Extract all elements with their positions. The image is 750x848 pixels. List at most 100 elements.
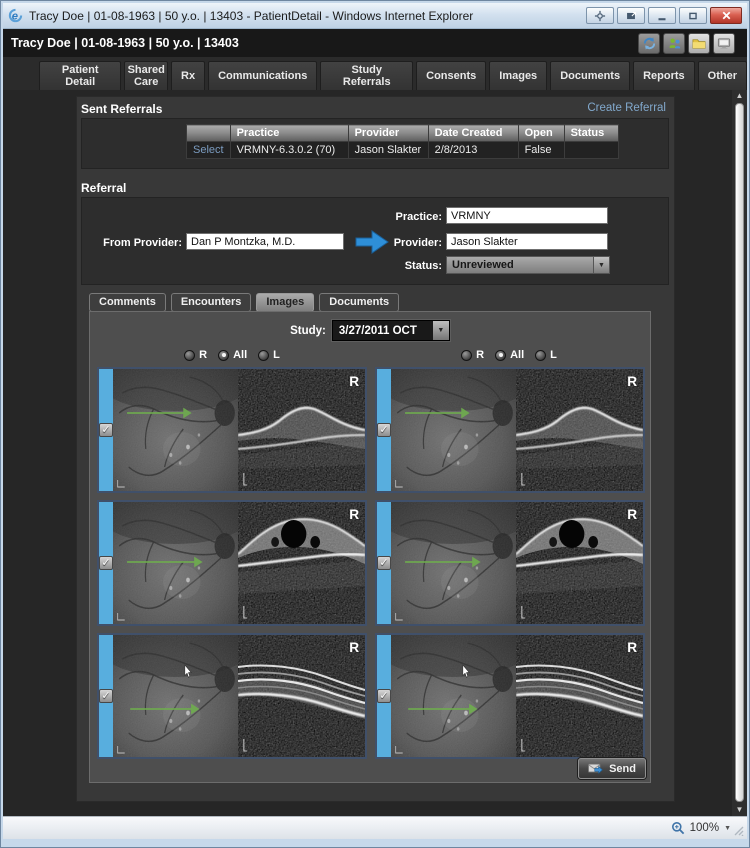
fundus-image — [113, 502, 238, 624]
title-bar: e Tracy Doe | 01-08-1963 | 50 y.o. | 134… — [3, 3, 747, 29]
table-row: Select VRMNY-6.3.0.2 (70) Jason Slakter … — [187, 142, 619, 159]
image-checkbox[interactable]: ✓ — [99, 556, 113, 570]
image-select-strip: ✓ — [99, 502, 113, 624]
care-team-button[interactable] — [663, 33, 685, 54]
tab-consents[interactable]: Consents — [416, 61, 486, 90]
image-cell[interactable]: ✓ R — [97, 367, 367, 493]
sent-referrals-table: Practice Provider Date Created Open Stat… — [186, 124, 619, 159]
vertical-scrollbar[interactable]: ▲ ▼ — [732, 90, 747, 816]
status-dropdown[interactable]: Unreviewed ▼ — [446, 256, 610, 274]
close-button[interactable] — [710, 7, 742, 24]
tab-patient-detail[interactable]: Patient Detail — [39, 61, 121, 90]
referral-form-panel: From Provider: Practice: Provider: Statu… — [81, 197, 669, 285]
image-select-strip: ✓ — [99, 635, 113, 757]
status-value: Unreviewed — [447, 257, 593, 273]
image-cell[interactable]: ✓ R — [97, 500, 367, 626]
main-nav-tabs: Patient Detail Shared Care Rx Communicat… — [3, 57, 747, 90]
svg-text:e: e — [12, 11, 18, 23]
oct-scan-image: R — [238, 635, 365, 757]
resize-grip[interactable] — [734, 826, 744, 836]
images-panel: Study: 3/27/2011 OCT ▼ R All L R All L — [89, 311, 651, 783]
image-cell[interactable]: ✓ R — [375, 500, 645, 626]
radio-l[interactable]: L — [535, 349, 557, 361]
monitor-icon — [716, 36, 732, 51]
scroll-down-icon[interactable]: ▼ — [732, 804, 747, 816]
eye-label: R — [627, 373, 637, 389]
image-cell[interactable]: ✓ R — [97, 633, 367, 759]
radio-all[interactable]: All — [495, 349, 524, 361]
tab-other[interactable]: Other — [698, 61, 747, 90]
compatibility-button[interactable] — [586, 7, 614, 24]
image-checkbox[interactable]: ✓ — [377, 423, 391, 437]
oct-scan-image: R — [238, 369, 365, 491]
image-checkbox[interactable]: ✓ — [377, 689, 391, 703]
oct-scan-image: R — [516, 635, 643, 757]
col-practice: Practice — [230, 125, 348, 142]
sync-button[interactable] — [638, 33, 660, 54]
eye-label: R — [349, 639, 359, 655]
oct-scan-image: R — [516, 369, 643, 491]
col-select — [187, 125, 231, 142]
scroll-up-icon[interactable]: ▲ — [732, 90, 747, 102]
send-button[interactable]: Send — [578, 758, 646, 779]
tab-documents[interactable]: Documents — [550, 61, 630, 90]
ie-icon: e — [8, 8, 23, 23]
tab-reports[interactable]: Reports — [633, 61, 695, 90]
oct-scan-image: R — [238, 502, 365, 624]
zoom-level: 100% — [690, 822, 719, 834]
subtab-comments[interactable]: Comments — [89, 293, 166, 312]
practice-input[interactable] — [446, 207, 608, 224]
scrollbar-thumb[interactable] — [735, 103, 744, 802]
referral-main-panel: Sent Referrals Create Referral Practice … — [76, 96, 675, 802]
eye-filter-left: R All L — [97, 349, 367, 361]
create-referral-link[interactable]: Create Referral — [587, 102, 666, 114]
sync-icon — [642, 36, 657, 51]
study-dropdown[interactable]: 3/27/2011 OCT ▼ — [332, 320, 450, 341]
sent-referrals-title: Sent Referrals — [81, 102, 162, 116]
table-header-row: Practice Provider Date Created Open Stat… — [187, 125, 619, 142]
tab-rx[interactable]: Rx — [171, 61, 205, 90]
practice-label: Practice: — [332, 211, 442, 223]
tab-shared-care[interactable]: Shared Care — [124, 61, 168, 90]
chevron-down-icon: ▼ — [598, 262, 605, 269]
display-button[interactable] — [713, 33, 735, 54]
patient-header-bar: Tracy Doe | 01-08-1963 | 50 y.o. | 13403 — [3, 29, 747, 57]
tab-images[interactable]: Images — [489, 61, 547, 90]
image-checkbox[interactable]: ✓ — [377, 556, 391, 570]
status-bar: 100% ▼ — [3, 816, 747, 839]
documents-folder-button[interactable] — [688, 33, 710, 54]
radio-r[interactable]: R — [461, 349, 484, 361]
browser-window: e Tracy Doe | 01-08-1963 | 50 y.o. | 134… — [0, 0, 750, 848]
referral-title: Referral — [81, 181, 126, 195]
image-cell[interactable]: ✓ R — [375, 633, 645, 759]
radio-l[interactable]: L — [258, 349, 280, 361]
send-button-label: Send — [609, 763, 636, 775]
restore-button[interactable] — [679, 7, 707, 24]
popup-button[interactable] — [617, 7, 645, 24]
tab-study-referrals[interactable]: Study Referrals — [320, 61, 413, 90]
select-row-link[interactable]: Select — [193, 144, 224, 156]
radio-r[interactable]: R — [184, 349, 207, 361]
provider-input[interactable] — [446, 233, 608, 250]
cell-provider: Jason Slakter — [348, 142, 428, 159]
subtab-encounters[interactable]: Encounters — [171, 293, 252, 312]
provider-label: Provider: — [332, 237, 442, 249]
zoom-dropdown-icon[interactable]: ▼ — [724, 825, 731, 832]
image-checkbox[interactable]: ✓ — [99, 423, 113, 437]
image-select-strip: ✓ — [377, 369, 391, 491]
tab-communications[interactable]: Communications — [208, 61, 317, 90]
col-provider: Provider — [348, 125, 428, 142]
radio-all[interactable]: All — [218, 349, 247, 361]
minimize-button[interactable] — [648, 7, 676, 24]
referral-sub-tabs: Comments Encounters Images Documents — [89, 293, 399, 312]
window-title: Tracy Doe | 01-08-1963 | 50 y.o. | 13403… — [29, 9, 586, 23]
image-checkbox[interactable]: ✓ — [99, 689, 113, 703]
image-cell[interactable]: ✓ R — [375, 367, 645, 493]
folder-icon — [691, 36, 707, 51]
subtab-images[interactable]: Images — [256, 293, 314, 312]
from-provider-input[interactable] — [186, 233, 344, 250]
send-mail-icon — [588, 763, 604, 775]
from-provider-label: From Provider: — [82, 237, 182, 249]
fundus-image — [391, 369, 516, 491]
subtab-documents[interactable]: Documents — [319, 293, 399, 312]
